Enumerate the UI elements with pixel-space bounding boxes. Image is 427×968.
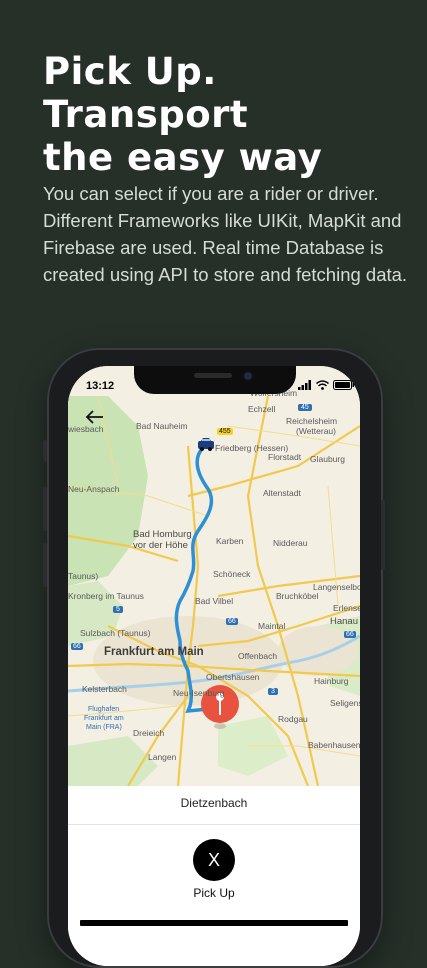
map-label: Offenbach — [238, 651, 278, 661]
headline-line-2: Transport — [43, 93, 249, 136]
map-label: Dreieich — [133, 728, 165, 738]
bottom-sheet: Dietzenbach X Pick Up — [68, 786, 360, 966]
mute-switch — [43, 440, 47, 462]
map-label: Glauburg — [310, 454, 345, 464]
map-label: Sulzbach (Taunus) — [80, 628, 151, 638]
status-time: 13:12 — [86, 380, 115, 392]
map-label: Langen — [148, 752, 177, 762]
pickup-label: Pick Up — [193, 886, 235, 900]
map-label: Kelsterbach — [82, 684, 127, 694]
map-label: Bad Vilbel — [195, 596, 234, 606]
map-label: Babenhausen — [308, 740, 360, 750]
phone-screen: Wolfersheim Echzell wiesbach Bad Nauheim… — [68, 366, 360, 966]
road-shield: 5 — [113, 606, 123, 613]
map-label: Erlense — [333, 603, 360, 613]
speaker-grille — [194, 373, 232, 378]
map-label: Taunus) — [68, 571, 99, 581]
battery-icon — [333, 380, 355, 390]
map-label: Hainburg — [314, 676, 349, 686]
map-label: Hanau — [330, 616, 358, 627]
map-view[interactable]: Wolfersheim Echzell wiesbach Bad Nauheim… — [68, 366, 360, 787]
destination-label: Dietzenbach — [180, 796, 248, 810]
map-label: (Wetterau) — [296, 426, 336, 436]
bottom-action-bar[interactable] — [80, 920, 348, 926]
sheet-divider — [68, 824, 360, 825]
promo-description: You can select if you are a rider or dri… — [43, 183, 408, 285]
map-label-city: Frankfurt am Main — [104, 646, 204, 658]
road-shield: 66 — [344, 631, 356, 638]
map-label: Florstadt — [268, 452, 302, 462]
volume-up-button — [43, 487, 47, 531]
map-label: Neu-Isenburg — [173, 688, 225, 698]
map-label: Bruchköbel — [276, 591, 319, 601]
map-label: Obertshausen — [206, 672, 260, 682]
map-label: Neu-Anspach — [68, 484, 120, 494]
map-label: Echzell — [248, 404, 276, 414]
map-label: wiesbach — [68, 424, 104, 434]
map-label: Bad Nauheim — [136, 421, 188, 431]
road-shield: 66 — [71, 643, 83, 650]
map-label: Maintal — [258, 621, 286, 631]
close-button[interactable]: X — [193, 839, 235, 881]
map-label: Nidderau — [273, 538, 308, 548]
headline-line-3: the easy way — [43, 136, 323, 179]
road-shield: 455 — [217, 428, 233, 435]
road-shield: 3 — [268, 688, 278, 695]
map-label: Flughafen — [88, 706, 120, 713]
promo-headline: Pick Up. Transport the easy way — [43, 50, 403, 179]
road-shield: 66 — [226, 618, 238, 625]
status-icons — [298, 380, 355, 390]
map-label: Langenselbol — [313, 582, 360, 592]
map-label: Reichelsheim — [286, 416, 338, 426]
map-label: Karben — [216, 536, 244, 546]
map-label: Bad Homburg — [133, 529, 192, 540]
map-label: Altenstadt — [263, 488, 301, 498]
map-label: Kronberg im Taunus — [68, 591, 144, 601]
signal-icon — [298, 380, 311, 390]
wifi-icon — [316, 380, 329, 390]
front-camera — [244, 372, 252, 380]
headline-line-1: Pick Up. — [43, 50, 217, 93]
map-label: Frankfurt am — [84, 715, 124, 722]
map-label: Rodgau — [278, 714, 308, 724]
map-label: vor der Höhe — [133, 540, 188, 551]
volume-down-button — [43, 543, 47, 587]
map-label: Seligens — [330, 698, 360, 708]
road-shield: 45 — [298, 404, 312, 411]
power-button — [381, 500, 385, 570]
map-label: Main (FRA) — [86, 724, 122, 731]
map-label: Schöneck — [213, 569, 251, 579]
phone-notch — [134, 366, 296, 394]
